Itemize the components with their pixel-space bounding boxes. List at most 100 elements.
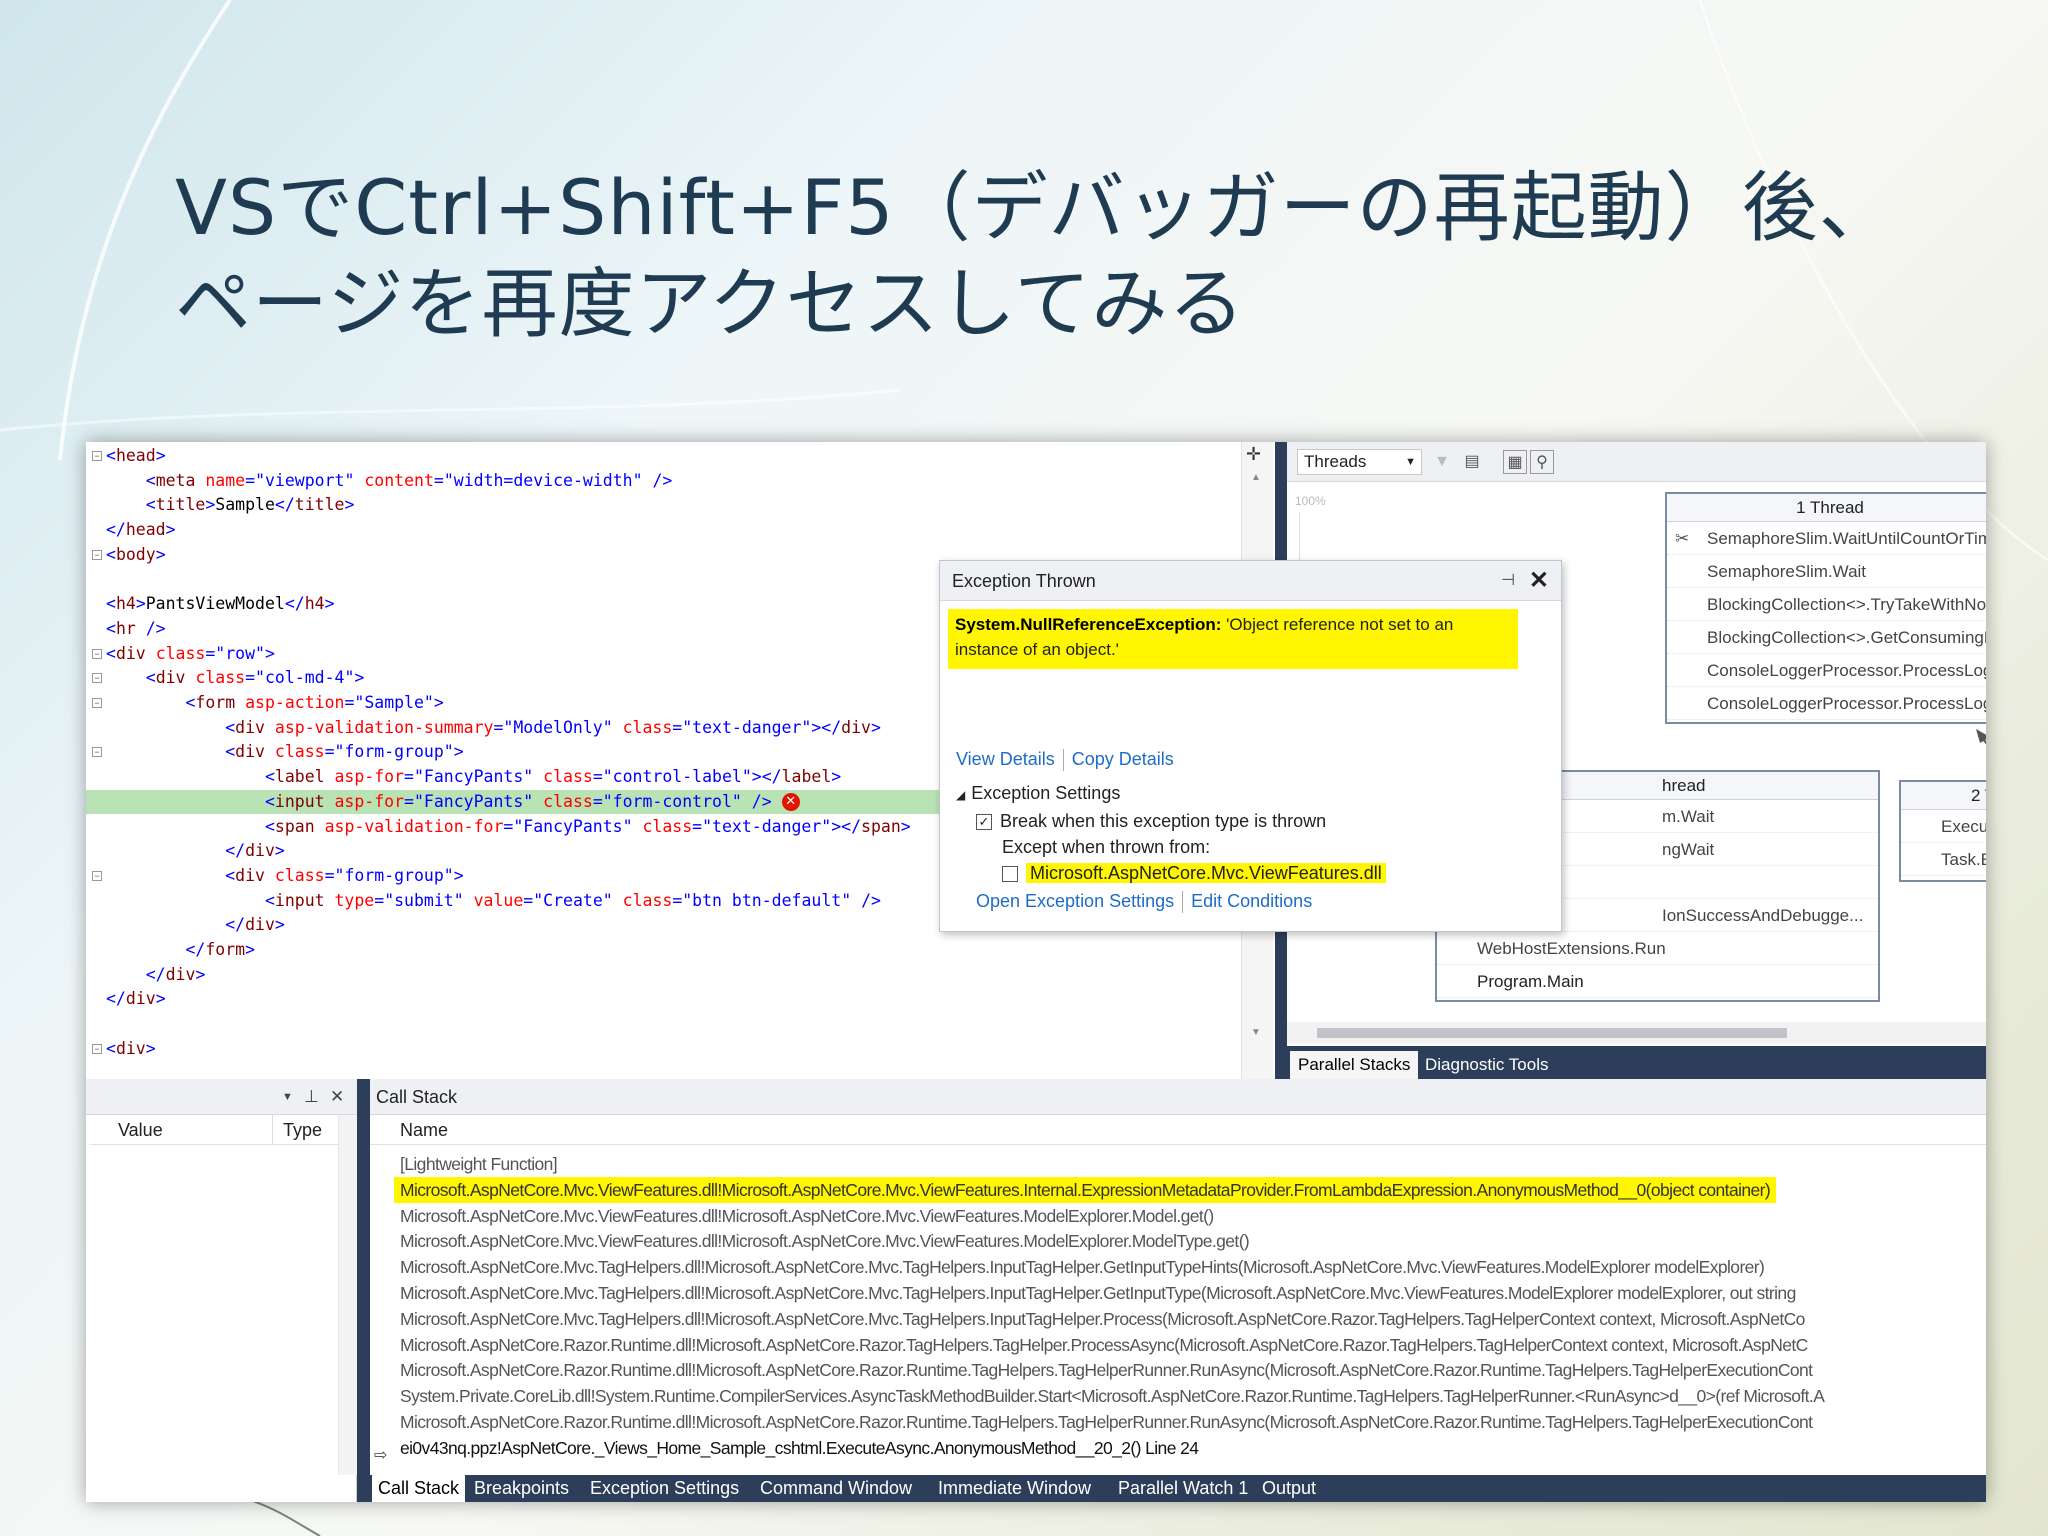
pin-icon[interactable]: ⊥ — [304, 1079, 319, 1115]
call-stack-row[interactable]: Microsoft.AspNetCore.Mvc.TagHelpers.dll!… — [400, 1280, 1796, 1306]
dropdown-icon[interactable]: ▼ — [282, 1079, 293, 1115]
watch-panel-header: ▼ ⊥ ✕ — [86, 1079, 357, 1115]
split-icon[interactable]: ✛ — [1246, 444, 1261, 465]
view-details-link[interactable]: View Details — [956, 749, 1055, 769]
filter-icon[interactable]: ▼ — [1430, 450, 1454, 474]
scroll-down-icon[interactable]: ▼ — [1251, 1027, 1261, 1038]
code-line[interactable]: <meta name="viewport" content="width=dev… — [86, 469, 1256, 493]
active-thread-icon: ✂ — [1675, 529, 1690, 548]
name-column-header[interactable]: Name — [370, 1115, 1986, 1145]
toggle-view-icon[interactable]: ▦ — [1503, 450, 1527, 474]
code-line[interactable]: </div> — [86, 987, 1256, 1011]
tab-parallel-watch-1[interactable]: Parallel Watch 1 — [1112, 1475, 1254, 1502]
close-icon[interactable]: ✕ — [1529, 561, 1549, 601]
collapse-toggle-icon[interactable]: − — [92, 747, 102, 758]
method-view-icon[interactable]: ▤ — [1460, 450, 1484, 474]
node-header: 2 Threa — [1901, 782, 1986, 810]
tab-output[interactable]: Output — [1256, 1475, 1322, 1502]
collapse-toggle-icon[interactable]: − — [92, 698, 102, 708]
exception-helper-popup: Exception Thrown ⊣ ✕ System.NullReferenc… — [939, 560, 1562, 932]
exception-message: System.NullReferenceException: 'Object r… — [948, 609, 1518, 669]
break-label: Break when this exception type is thrown — [1000, 811, 1327, 831]
tab-watch-1[interactable]: Watch 1 — [112, 1475, 189, 1502]
code-line[interactable]: <title>Sample</title> — [86, 493, 1256, 517]
collapse-toggle-icon[interactable]: − — [92, 673, 102, 684]
node-row: Task.ExecuteWi — [1901, 843, 1986, 876]
zoom-icon[interactable]: ⚲ — [1530, 450, 1554, 474]
collapse-toggle-icon[interactable]: − — [92, 870, 102, 881]
current-frame-arrow-icon: ⇨ — [374, 1447, 388, 1464]
call-stack-row[interactable]: Microsoft.AspNetCore.Razor.Runtime.dll!M… — [400, 1409, 1813, 1435]
node-row: BlockingCollection<>.TryTakeWithNoTimeV — [1667, 588, 1986, 621]
call-stack-row[interactable]: Microsoft.AspNetCore.Mvc.ViewFeatures.dl… — [400, 1228, 1250, 1254]
parallel-stacks-toolbar: Threads ▼ ▼ ▤ ▦ ⚲ — [1287, 442, 1986, 482]
threads-dropdown[interactable]: Threads ▼ — [1297, 449, 1422, 475]
parallel-stacks-scrollbar[interactable] — [1287, 1022, 1986, 1044]
tab-breakpoints[interactable]: Breakpoints — [468, 1475, 575, 1502]
except-module-option[interactable]: Microsoft.AspNetCore.Mvc.ViewFeatures.dl… — [1002, 863, 1386, 884]
pin-icon[interactable]: ⊣ — [1501, 561, 1515, 601]
node-row: ExecutionConte — [1901, 810, 1986, 843]
code-line[interactable] — [86, 1012, 1256, 1036]
break-when-thrown-option[interactable]: ✓ Break when this exception type is throw… — [976, 811, 1326, 832]
code-line[interactable]: <head> — [86, 444, 1256, 468]
right-tab-bar: Parallel Stacks Diagnostic Tools — [1287, 1046, 1986, 1079]
settings-links: Open Exception Settings Edit Conditions — [976, 891, 1312, 914]
scrollbar-thumb[interactable] — [1317, 1028, 1787, 1038]
exception-settings-group[interactable]: ◢ Exception Settings — [956, 783, 1120, 804]
scroll-up-icon[interactable]: ▲ — [1251, 472, 1261, 483]
tab-locals[interactable]: ls — [86, 1475, 111, 1502]
call-stack-row[interactable]: ei0v43nq.ppz!AspNetCore._Views_Home_Samp… — [400, 1435, 1199, 1461]
bottom-tab-bar: ls Watch 1 Call Stack Breakpoints Except… — [86, 1475, 1986, 1502]
collapse-toggle-icon[interactable]: − — [92, 648, 102, 659]
type-column-header[interactable]: Type — [272, 1115, 338, 1145]
tab-diagnostic-tools[interactable]: Diagnostic Tools — [1417, 1051, 1556, 1079]
break-checkbox[interactable]: ✓ — [976, 814, 992, 831]
value-column-header[interactable]: Value — [86, 1115, 272, 1145]
tab-parallel-stacks[interactable]: Parallel Stacks — [1290, 1051, 1419, 1079]
stack-node-1-thread[interactable]: 1 Thread ✂ SemaphoreSlim.WaitUntilCountO… — [1665, 492, 1986, 724]
call-stack-row[interactable]: Microsoft.AspNetCore.Mvc.ViewFeatures.dl… — [394, 1176, 1777, 1203]
call-stack-row[interactable]: Microsoft.AspNetCore.Razor.Runtime.dll!M… — [400, 1332, 1808, 1358]
chevron-down-icon: ▼ — [1405, 456, 1416, 468]
link-separator — [1182, 891, 1184, 914]
tab-command-window[interactable]: Command Window — [754, 1475, 918, 1502]
call-stack-row[interactable]: System.Private.CoreLib.dll!System.Runtim… — [400, 1383, 1825, 1409]
code-line[interactable]: <div> — [86, 1037, 1256, 1061]
tab-call-stack[interactable]: Call Stack — [372, 1475, 466, 1502]
node-row: BlockingCollection<>.GetConsumingEnume — [1667, 621, 1986, 654]
vs-screenshot: <head> − <meta name="viewport" content="w… — [86, 442, 1986, 1502]
call-stack-row[interactable]: Microsoft.AspNetCore.Razor.Runtime.dll!M… — [400, 1357, 1813, 1383]
tab-exception-settings[interactable]: Exception Settings — [584, 1475, 745, 1502]
link-separator — [1062, 749, 1064, 772]
except-when-label: Except when thrown from: — [1002, 837, 1211, 857]
code-line[interactable]: </form> — [86, 938, 1256, 962]
module-checkbox[interactable] — [1002, 866, 1018, 883]
error-icon[interactable]: ✕ — [781, 793, 800, 812]
exception-popup-title: Exception Thrown — [952, 571, 1096, 591]
call-stack-header: Call Stack — [370, 1079, 1986, 1115]
code-line[interactable]: </head> — [86, 518, 1256, 542]
edit-conditions-link[interactable]: Edit Conditions — [1191, 891, 1312, 911]
threads-dropdown-value: Threads — [1304, 452, 1367, 471]
node-header: 1 Thread — [1667, 494, 1986, 522]
node-row: ✂ SemaphoreSlim.WaitUntilCountOrTimeout — [1667, 522, 1986, 555]
collapse-toggle-icon[interactable]: − — [92, 451, 102, 461]
watch-scrollbar[interactable] — [338, 1115, 357, 1475]
tab-immediate-window[interactable]: Immediate Window — [932, 1475, 1097, 1502]
collapse-toggle-icon[interactable]: − — [92, 549, 102, 560]
code-line[interactable]: </div> — [86, 963, 1256, 987]
bottom-tool-area: ▼ ⊥ ✕ Value Type Call Stack Name [Lightw… — [86, 1079, 1986, 1502]
collapse-toggle-icon[interactable]: − — [92, 1043, 102, 1054]
open-exception-settings-link[interactable]: Open Exception Settings — [976, 891, 1174, 911]
call-stack-row[interactable]: [Lightweight Function] — [400, 1151, 558, 1177]
details-links: View Details Copy Details — [956, 749, 1174, 772]
call-stack-row[interactable]: Microsoft.AspNetCore.Mvc.TagHelpers.dll!… — [400, 1306, 1805, 1332]
stack-node-2-threads[interactable]: 2 Threa ExecutionConte Task.ExecuteWi — [1899, 780, 1986, 882]
call-stack-row[interactable]: Microsoft.AspNetCore.Mvc.ViewFeatures.dl… — [400, 1203, 1214, 1229]
exception-settings-label: Exception Settings — [971, 783, 1121, 803]
node-row: Program.Main — [1437, 965, 1878, 998]
close-icon[interactable]: ✕ — [330, 1079, 344, 1115]
call-stack-row[interactable]: Microsoft.AspNetCore.Mvc.TagHelpers.dll!… — [400, 1254, 1765, 1280]
copy-details-link[interactable]: Copy Details — [1072, 749, 1174, 769]
